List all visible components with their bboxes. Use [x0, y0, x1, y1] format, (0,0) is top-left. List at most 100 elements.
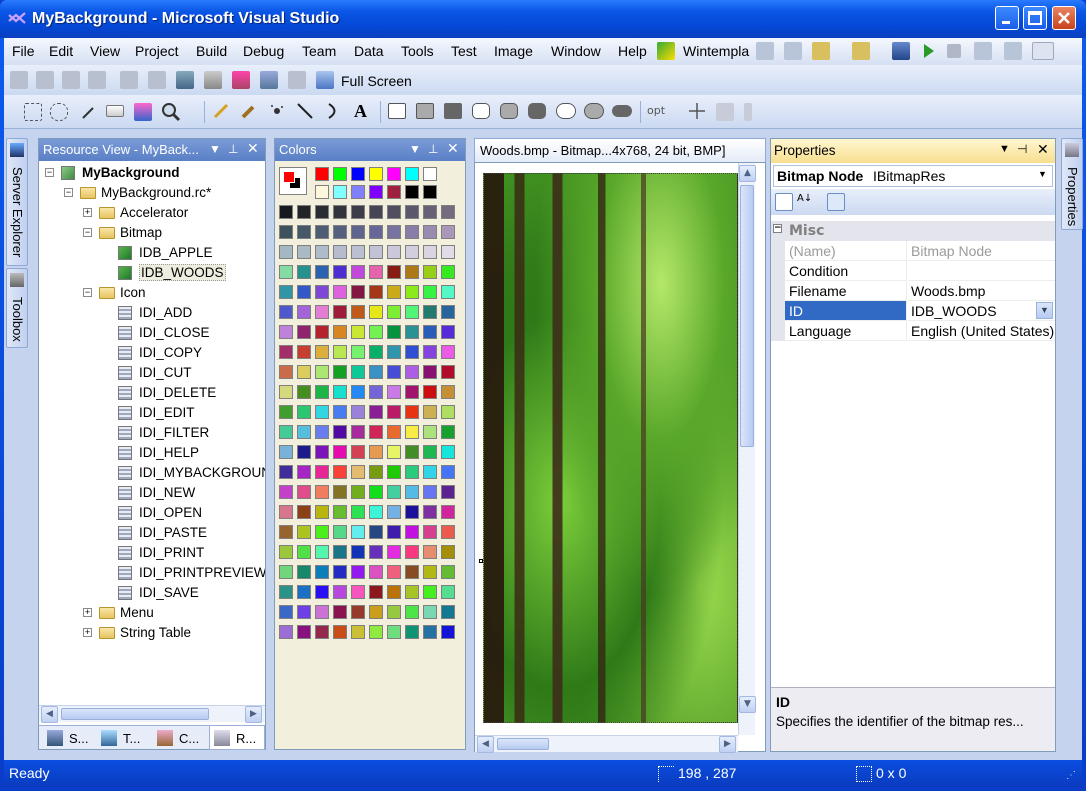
- tool-icon-a[interactable]: [756, 42, 774, 60]
- color-swatch[interactable]: [351, 167, 365, 181]
- dropdown-icon[interactable]: ▼: [409, 142, 421, 156]
- scroll-right-icon[interactable]: ▶: [245, 706, 262, 723]
- color-swatch[interactable]: [441, 445, 455, 459]
- tree-folder-string-table[interactable]: + String Table: [39, 623, 265, 643]
- color-swatch[interactable]: [405, 245, 419, 259]
- color-swatch[interactable]: [405, 167, 419, 181]
- title-bar[interactable]: MyBackground - Microsoft Visual Studio: [0, 0, 1086, 38]
- color-swatch[interactable]: [405, 425, 419, 439]
- color-swatch[interactable]: [387, 225, 401, 239]
- color-swatch[interactable]: [315, 525, 329, 539]
- scroll-up-icon[interactable]: ▲: [739, 165, 756, 182]
- tree-item-icon[interactable]: IDI_MYBACKGROUND: [39, 463, 265, 483]
- color-swatch[interactable]: [387, 505, 401, 519]
- color-swatch[interactable]: [423, 167, 437, 181]
- color-swatch[interactable]: [333, 625, 347, 639]
- color-swatch[interactable]: [405, 525, 419, 539]
- color-swatch[interactable]: [315, 305, 329, 319]
- undo-format-icon[interactable]: [1004, 42, 1022, 60]
- color-swatch[interactable]: [279, 305, 293, 319]
- bookmark-icon[interactable]: [148, 71, 166, 89]
- property-value[interactable]: English (United States): [908, 321, 1055, 341]
- menu-data[interactable]: Data: [354, 43, 384, 59]
- color-swatch[interactable]: [315, 365, 329, 379]
- color-swatch[interactable]: [351, 605, 365, 619]
- color-swatch[interactable]: [315, 325, 329, 339]
- color-swatch[interactable]: [369, 205, 383, 219]
- properties-icon[interactable]: [232, 71, 250, 89]
- tab-resource-view[interactable]: R...: [209, 726, 265, 750]
- color-swatch[interactable]: [405, 565, 419, 579]
- color-swatch[interactable]: [405, 585, 419, 599]
- color-swatch[interactable]: [441, 505, 455, 519]
- color-swatch[interactable]: [441, 285, 455, 299]
- color-swatch[interactable]: [441, 565, 455, 579]
- rect-outline-icon[interactable]: [388, 103, 406, 119]
- find-icon[interactable]: [120, 71, 138, 89]
- color-swatch[interactable]: [441, 425, 455, 439]
- tab-team-explorer[interactable]: T...: [97, 726, 153, 750]
- color-swatch[interactable]: [333, 385, 347, 399]
- alphabetical-icon[interactable]: A↓: [797, 193, 815, 211]
- collapse-icon[interactable]: −: [83, 288, 92, 297]
- color-swatch[interactable]: [387, 565, 401, 579]
- color-swatch[interactable]: [333, 365, 347, 379]
- category-misc[interactable]: − Misc: [771, 221, 1055, 241]
- scroll-right-icon[interactable]: ▶: [719, 736, 736, 753]
- tree-item-bitmap[interactable]: IDB_APPLE: [39, 243, 265, 263]
- color-swatch[interactable]: [369, 305, 383, 319]
- play-icon[interactable]: [922, 43, 936, 59]
- color-swatch[interactable]: [441, 625, 455, 639]
- color-swatch[interactable]: [387, 167, 401, 181]
- color-swatch[interactable]: [279, 505, 293, 519]
- tree-item-icon[interactable]: IDI_EDIT: [39, 403, 265, 423]
- color-swatch[interactable]: [369, 445, 383, 459]
- menu-file[interactable]: File: [12, 43, 35, 59]
- close-icon[interactable]: ✕: [447, 140, 459, 157]
- color-swatch[interactable]: [297, 225, 311, 239]
- tree-item-icon[interactable]: IDI_DELETE: [39, 383, 265, 403]
- color-swatch[interactable]: [279, 565, 293, 579]
- color-swatch[interactable]: [405, 625, 419, 639]
- color-swatch[interactable]: [315, 425, 329, 439]
- color-swatch[interactable]: [387, 545, 401, 559]
- tree-item-icon[interactable]: IDI_NEW: [39, 483, 265, 503]
- color-swatch[interactable]: [369, 565, 383, 579]
- color-swatch[interactable]: [297, 305, 311, 319]
- color-swatch[interactable]: [369, 265, 383, 279]
- comment-icon[interactable]: [10, 71, 28, 89]
- current-colors[interactable]: [279, 167, 307, 195]
- color-swatch[interactable]: [369, 345, 383, 359]
- roundrect-outline-icon[interactable]: [472, 103, 490, 119]
- chevron-down-icon[interactable]: ▼: [1038, 169, 1047, 179]
- misc-icon[interactable]: [1032, 42, 1054, 60]
- scroll-thumb[interactable]: [61, 708, 209, 720]
- tab-class-view[interactable]: C...: [153, 726, 209, 750]
- scroll-left-icon[interactable]: ◀: [41, 706, 58, 723]
- tree-folder-accelerator[interactable]: + Accelerator: [39, 203, 265, 223]
- property-row[interactable]: Filename Woods.bmp: [771, 281, 1055, 301]
- brush-icon[interactable]: [240, 102, 258, 120]
- scroll-left-icon[interactable]: ◀: [477, 736, 494, 753]
- color-swatch[interactable]: [351, 205, 365, 219]
- color-swatch[interactable]: [297, 405, 311, 419]
- color-swatch[interactable]: [441, 485, 455, 499]
- tree-folder-menu[interactable]: + Menu: [39, 603, 265, 623]
- color-swatch[interactable]: [441, 605, 455, 619]
- color-swatch[interactable]: [279, 485, 293, 499]
- minimize-button[interactable]: [995, 6, 1019, 30]
- color-swatch[interactable]: [405, 345, 419, 359]
- color-swatch[interactable]: [297, 245, 311, 259]
- ellipse-outline-icon[interactable]: [556, 103, 576, 119]
- collapse-icon[interactable]: −: [83, 228, 92, 237]
- color-swatch[interactable]: [423, 425, 437, 439]
- chevron-down-icon[interactable]: ▼: [1036, 302, 1053, 319]
- color-swatch[interactable]: [315, 505, 329, 519]
- tree-rc-file[interactable]: − MyBackground.rc*: [39, 183, 265, 203]
- color-swatch[interactable]: [423, 305, 437, 319]
- menu-build[interactable]: Build: [196, 43, 227, 59]
- color-swatch[interactable]: [423, 625, 437, 639]
- menu-help[interactable]: Help: [618, 43, 647, 59]
- primary-color[interactable]: [283, 171, 295, 183]
- rect-select-icon[interactable]: [24, 103, 42, 121]
